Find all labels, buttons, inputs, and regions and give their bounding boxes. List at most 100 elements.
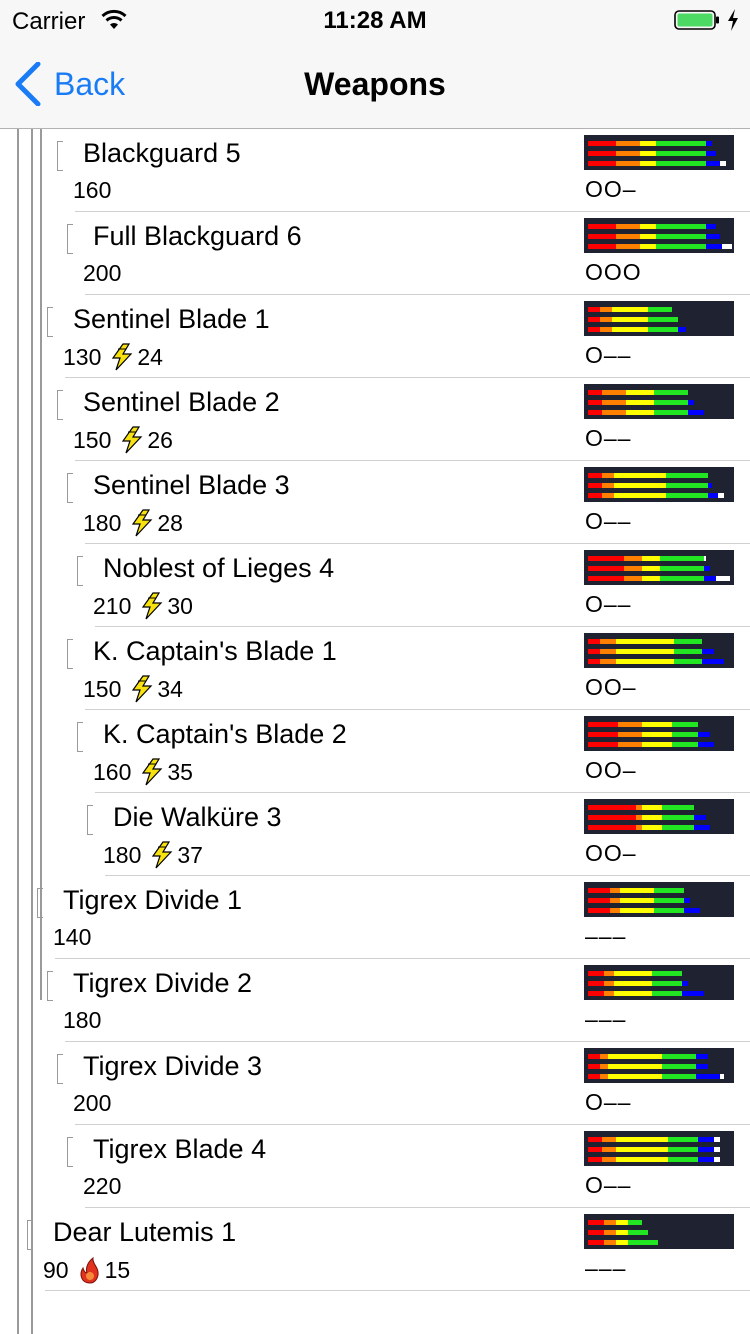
weapon-row[interactable]: Blackguard 5 160 OO– — [0, 129, 750, 212]
navigation-bar: Back Weapons — [0, 40, 750, 129]
sharpness-segment — [656, 161, 706, 166]
sharpness-segment — [656, 244, 706, 249]
sharpness-segment — [588, 224, 616, 229]
sharpness-segment — [706, 151, 716, 156]
weapon-row[interactable]: Sentinel Blade 1 130 24 O–– — [0, 295, 750, 378]
decoration-slots: O–– — [585, 1172, 632, 1198]
sharpness-segment — [612, 317, 648, 322]
sharpness-gauge — [584, 716, 734, 751]
sharpness-segment — [604, 981, 614, 986]
sharpness-segment — [604, 1240, 616, 1245]
sharpness-segment — [608, 1074, 662, 1079]
weapon-row[interactable]: K. Captain's Blade 1 150 34 OO– — [0, 627, 750, 710]
weapon-row[interactable]: Tigrex Blade 4 220 O–– — [0, 1125, 750, 1208]
sharpness-segment — [628, 1230, 648, 1235]
sharpness-bar — [588, 1157, 720, 1162]
sharpness-segment — [660, 566, 704, 571]
sharpness-segment — [588, 898, 610, 903]
sharpness-bar — [588, 1064, 708, 1069]
sharpness-segment — [716, 576, 730, 581]
sharpness-segment — [618, 732, 642, 737]
sharpness-segment — [616, 1137, 668, 1142]
weapon-row[interactable]: Tigrex Divide 2 180 ––– — [0, 959, 750, 1042]
sharpness-gauge — [584, 799, 734, 834]
weapon-row[interactable]: Tigrex Divide 1 140 ––– — [0, 876, 750, 959]
sharpness-segment — [702, 659, 724, 664]
weapon-row[interactable]: Full Blackguard 6 200 OOO — [0, 212, 750, 295]
sharpness-segment — [652, 971, 682, 976]
sharpness-segment — [616, 1240, 628, 1245]
sharpness-segment — [706, 244, 722, 249]
weapon-stats: 220 — [83, 1173, 121, 1200]
sharpness-segment — [588, 971, 604, 976]
element-value: 15 — [104, 1256, 131, 1283]
sharpness-bar — [588, 971, 682, 976]
sharpness-segment — [588, 327, 600, 332]
sharpness-segment — [588, 244, 616, 249]
weapon-stats: 180 — [63, 1007, 101, 1034]
attack-value: 150 — [73, 426, 112, 453]
sharpness-segment — [672, 742, 698, 747]
sharpness-segment — [660, 576, 704, 581]
sharpness-segment — [706, 161, 720, 166]
weapon-tree-list[interactable]: 140 OO– Blackguard 5 160 OO– Full Blackguard … — [0, 0, 750, 1334]
weapon-row[interactable]: K. Captain's Blade 2 160 35 OO– — [0, 710, 750, 793]
sharpness-segment — [588, 400, 602, 405]
sharpness-segment — [662, 1074, 696, 1079]
weapon-name: Die Walküre 3 — [113, 802, 282, 832]
decoration-slots: ––– — [585, 1255, 627, 1281]
sharpness-bar — [588, 410, 704, 415]
weapon-row[interactable]: Noblest of Lieges 4 210 30 O–– — [0, 544, 750, 627]
sharpness-segment — [588, 1064, 600, 1069]
element-value: 28 — [157, 509, 183, 536]
sharpness-segment — [640, 224, 656, 229]
tree-branch-bracket — [77, 556, 83, 586]
weapon-row[interactable]: Tigrex Divide 3 200 O–– — [0, 1042, 750, 1125]
sharpness-segment — [616, 1220, 628, 1225]
sharpness-segment — [588, 732, 618, 737]
sharpness-segment — [714, 1157, 720, 1162]
sharpness-segment — [616, 659, 674, 664]
thunder-element-icon — [119, 426, 145, 454]
weapon-row[interactable]: Sentinel Blade 2 150 26 O–– — [0, 378, 750, 461]
sharpness-segment — [616, 1230, 628, 1235]
sharpness-gauge — [584, 882, 734, 917]
sharpness-bar — [588, 1230, 648, 1235]
sharpness-segment — [616, 649, 674, 654]
sharpness-segment — [640, 161, 656, 166]
sharpness-segment — [688, 400, 694, 405]
weapon-row[interactable]: Dear Lutemis 1 90 15 ––– — [0, 1208, 750, 1291]
sharpness-bar — [588, 898, 690, 903]
thunder-element-icon — [149, 841, 175, 869]
sharpness-bar — [588, 805, 694, 810]
sharpness-segment — [662, 825, 694, 830]
sharpness-segment — [698, 732, 710, 737]
sharpness-gauge — [584, 1214, 734, 1249]
sharpness-bar — [588, 825, 710, 830]
decoration-slots: O–– — [585, 508, 632, 534]
weapon-name: Blackguard 5 — [83, 138, 241, 168]
weapon-stats: 200 — [73, 1090, 111, 1117]
sharpness-segment — [588, 1240, 604, 1245]
sharpness-segment — [602, 390, 626, 395]
sharpness-segment — [642, 805, 662, 810]
sharpness-segment — [672, 722, 698, 727]
decoration-slots: O–– — [585, 342, 632, 368]
sharpness-segment — [722, 244, 732, 249]
sharpness-segment — [628, 1240, 658, 1245]
sharpness-segment — [588, 161, 616, 166]
sharpness-segment — [604, 971, 614, 976]
sharpness-segment — [588, 1220, 604, 1225]
weapon-row[interactable]: Sentinel Blade 3 180 28 O–– — [0, 461, 750, 544]
weapon-row[interactable]: Die Walküre 3 180 37 OO– — [0, 793, 750, 876]
sharpness-segment — [588, 1074, 600, 1079]
sharpness-bar — [588, 981, 688, 986]
tree-branch-bracket — [87, 805, 93, 835]
decoration-slots: OO– — [585, 674, 637, 700]
sharpness-segment — [642, 732, 672, 737]
sharpness-segment — [588, 234, 616, 239]
weapon-stats: 150 26 — [73, 426, 173, 454]
sharpness-gauge — [584, 1048, 734, 1083]
weapon-name: Tigrex Divide 1 — [63, 885, 243, 915]
sharpness-bar — [588, 234, 720, 239]
